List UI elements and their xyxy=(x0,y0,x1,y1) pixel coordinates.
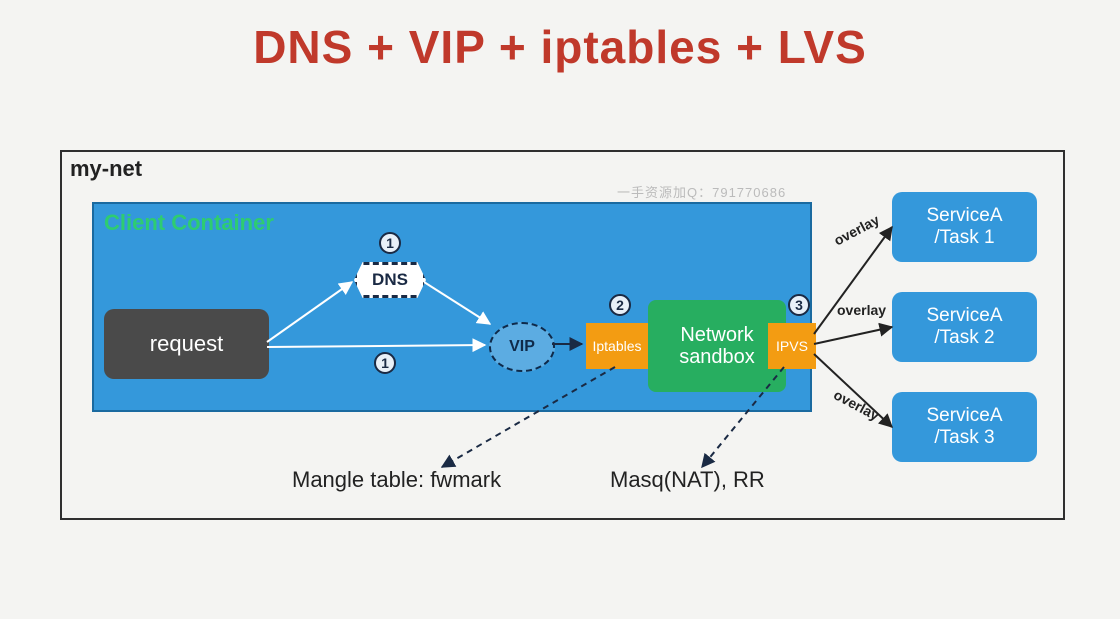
service-task-2: ServiceA/Task 2 xyxy=(892,292,1037,362)
annotation-masq: Masq(NAT), RR xyxy=(610,467,765,493)
page-title: DNS + VIP + iptables + LVS xyxy=(0,0,1120,74)
step-badge-2: 2 xyxy=(609,294,631,316)
dns-node: DNS xyxy=(354,262,426,298)
watermark: 一手资源加Q：791770686 xyxy=(617,182,786,201)
ipvs-node: IPVS xyxy=(768,323,816,369)
step-badge-1a: 1 xyxy=(379,232,401,254)
step-badge-1b: 1 xyxy=(374,352,396,374)
step-badge-3: 3 xyxy=(788,294,810,316)
network-sandbox-node: Networksandbox xyxy=(648,300,786,392)
diagram-stage: my-net 一手资源加Q：791770686 Client Container… xyxy=(60,150,1065,520)
vip-node: VIP xyxy=(489,322,555,372)
overlay-label-2: overlay xyxy=(837,302,886,318)
service-task-1: ServiceA/Task 1 xyxy=(892,192,1037,262)
overlay-label-1: overlay xyxy=(831,211,882,248)
iptables-node: Iptables xyxy=(586,323,648,369)
annotation-mangle: Mangle table: fwmark xyxy=(292,467,501,493)
client-container-label: Client Container xyxy=(104,210,274,236)
mynet-label: my-net xyxy=(70,156,142,182)
service-task-3: ServiceA/Task 3 xyxy=(892,392,1037,462)
client-container-box: Client Container request DNS VIP Iptable… xyxy=(92,202,812,412)
mynet-box: my-net 一手资源加Q：791770686 Client Container… xyxy=(60,150,1065,520)
overlay-label-3: overlay xyxy=(831,386,882,423)
request-node: request xyxy=(104,309,269,379)
